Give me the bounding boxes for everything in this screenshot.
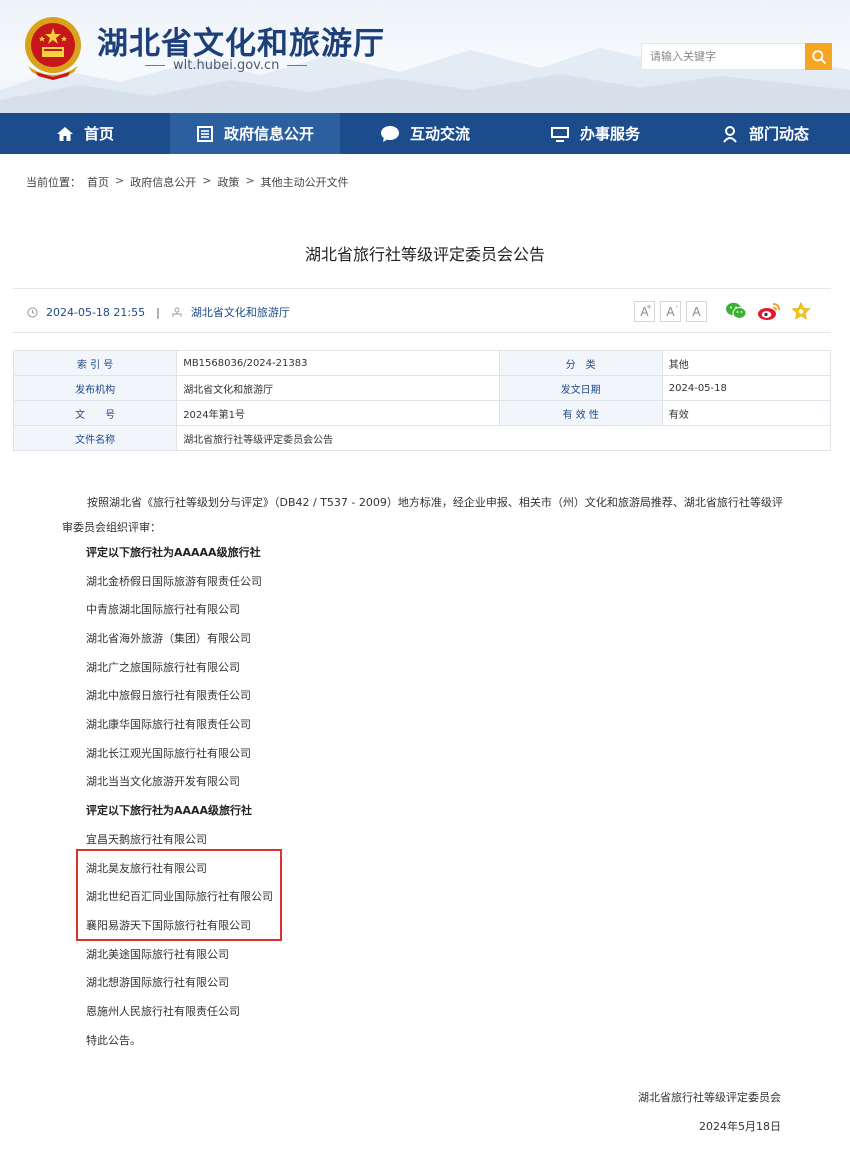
font-reset-button[interactable]: A <box>686 301 707 322</box>
category-value: 其他 <box>661 350 832 376</box>
list-item: 湖北想游国际旅行社有限公司 <box>86 976 229 989</box>
list-item: 湖北长江观光国际旅行社有限公司 <box>86 747 251 760</box>
closing-text: 特此公告。 <box>86 1034 141 1047</box>
search-button[interactable] <box>805 43 832 70</box>
table-row: 索 引 号 MB1568036/2024-21383 分 类 其他 <box>12 350 832 376</box>
nav-item-home[interactable]: 首页 <box>0 113 170 154</box>
document-number-label: 文 号 <box>12 400 178 426</box>
issue-date-label: 发文日期 <box>498 375 663 401</box>
list-item: 湖北省海外旅游（集团）有限公司 <box>86 632 251 645</box>
list-item: 湖北金桥假日国际旅游有限责任公司 <box>86 575 262 588</box>
breadcrumb-prefix: 当前位置： <box>26 176 81 189</box>
index-number-label: 索 引 号 <box>12 350 178 376</box>
font-increase-sup: + <box>646 303 652 311</box>
breadcrumb-link-gov-info[interactable]: 政府信息公开 <box>130 174 196 190</box>
breadcrumb: 当前位置： 首页 > 政府信息公开 > 政策 > 其他主动公开文件 <box>26 174 349 190</box>
person-icon <box>723 125 737 143</box>
signature-date: 2024年5月18日 <box>699 1120 781 1133</box>
domain-right-dash <box>287 65 308 66</box>
nav-item-interaction[interactable]: 互动交流 <box>340 113 510 154</box>
search-icon <box>811 49 826 64</box>
search-box <box>641 43 832 70</box>
list-item: 湖北当当文化旅游开发有限公司 <box>86 775 240 788</box>
organization-icon <box>172 307 182 317</box>
article-title: 湖北省旅行社等级评定委员会公告 <box>304 245 545 264</box>
document-icon <box>196 125 213 142</box>
clock-icon <box>27 306 38 318</box>
nav-label-services: 办事服务 <box>579 125 640 143</box>
heading-4a: 评定以下旅行社为AAAA级旅行社 <box>86 804 253 817</box>
weibo-icon[interactable] <box>757 301 781 321</box>
list-item: 湖北康华国际旅行社有限责任公司 <box>86 718 251 731</box>
nav-label-interaction: 互动交流 <box>409 125 470 143</box>
intro-paragraph: 按照湖北省《旅行社等级划分与评定》（DB42 / T537 - 2009）地方标… <box>62 496 783 534</box>
font-increase-button[interactable]: A + <box>634 301 655 322</box>
nav-item-services[interactable]: 办事服务 <box>510 113 680 154</box>
file-name-value: 湖北省旅行社等级评定委员会公告 <box>176 425 831 451</box>
article-source: 湖北省文化和旅游厅 <box>190 306 290 319</box>
validity-label: 有 效 性 <box>498 400 663 426</box>
font-decrease-button[interactable]: A - <box>660 301 681 322</box>
nav-label-dept-news: 部门动态 <box>748 125 809 143</box>
breadcrumb-link-policy[interactable]: 政策 <box>217 174 239 190</box>
favorite-star-icon[interactable] <box>791 301 811 321</box>
index-number-value: MB1568036/2024-21383 <box>176 350 500 376</box>
nav-item-dept-news[interactable]: 部门动态 <box>680 113 850 154</box>
wechat-icon[interactable] <box>725 301 747 321</box>
list-item: 恩施州人民旅行社有限责任公司 <box>86 1005 240 1018</box>
table-row: 文件名称 湖北省旅行社等级评定委员会公告 <box>12 425 831 451</box>
nav-label-gov-info: 政府信息公开 <box>223 125 314 143</box>
nav-label-home: 首页 <box>83 125 114 143</box>
breadcrumb-separator: > <box>245 174 255 187</box>
document-info-table: 索 引 号 MB1568036/2024-21383 分 类 其他 发布机构 湖… <box>12 350 832 451</box>
red-highlight-box <box>76 849 282 941</box>
breadcrumb-separator: > <box>115 174 125 187</box>
national-emblem-logo <box>22 14 84 80</box>
list-item: 湖北美途国际旅行社有限公司 <box>86 948 229 961</box>
breadcrumb-link-other-files[interactable]: 其他主动公开文件 <box>261 174 349 190</box>
site-title: 湖北省文化和旅游厅 <box>97 26 385 62</box>
breadcrumb-separator: > <box>202 174 212 187</box>
site-header: 湖北省文化和旅游厅 wlt.hubei.gov.cn <box>0 0 850 113</box>
site-domain-text: wlt.hubei.gov.cn <box>173 58 280 73</box>
home-icon <box>56 126 73 141</box>
document-number-value: 2024年第1号 <box>176 400 500 426</box>
list-item: 湖北广之旅国际旅行社有限公司 <box>86 661 240 674</box>
font-size-controls: A + A - A <box>634 301 707 322</box>
font-reset-label: A <box>692 304 701 319</box>
font-decrease-sup: - <box>675 303 678 311</box>
issuer-label: 发布机构 <box>12 375 178 401</box>
file-name-label: 文件名称 <box>12 425 178 451</box>
list-item: 中青旅湖北国际旅行社有限公司 <box>86 603 240 616</box>
publish-datetime: 2024-05-18 21:55 <box>46 305 146 319</box>
article-meta: 2024-05-18 21:55 | 湖北省文化和旅游厅 <box>27 304 290 320</box>
search-input[interactable] <box>641 43 805 70</box>
issuer-value: 湖北省文化和旅游厅 <box>176 375 500 401</box>
table-row: 文 号 2024年第1号 有 效 性 有效 <box>12 400 832 426</box>
domain-left-dash <box>145 65 165 66</box>
table-row: 发布机构 湖北省文化和旅游厅 发文日期 2024-05-18 <box>12 375 832 401</box>
list-item: 宜昌天鹅旅行社有限公司 <box>86 833 207 846</box>
signature-org: 湖北省旅行社等级评定委员会 <box>638 1091 781 1104</box>
nav-item-gov-info[interactable]: 政府信息公开 <box>170 113 340 154</box>
share-icons <box>725 301 811 321</box>
site-domain: wlt.hubei.gov.cn <box>145 58 310 73</box>
chat-icon <box>380 125 399 142</box>
issue-date-value: 2024-05-18 <box>661 375 832 401</box>
meta-divider: | <box>156 305 160 319</box>
heading-5a: 评定以下旅行社为AAAAA级旅行社 <box>86 546 261 559</box>
category-label: 分 类 <box>498 350 663 376</box>
list-item: 湖北中旅假日旅行社有限责任公司 <box>86 689 251 702</box>
monitor-icon <box>550 126 569 142</box>
validity-value: 有效 <box>661 400 832 426</box>
article-meta-bar: 2024-05-18 21:55 | 湖北省文化和旅游厅 A + A - A <box>13 288 831 333</box>
main-nav: 首页 政府信息公开 互动交流 办事服务 部门动态 <box>0 113 850 154</box>
breadcrumb-link-home[interactable]: 首页 <box>87 174 109 190</box>
font-decrease-label: A <box>666 304 675 319</box>
